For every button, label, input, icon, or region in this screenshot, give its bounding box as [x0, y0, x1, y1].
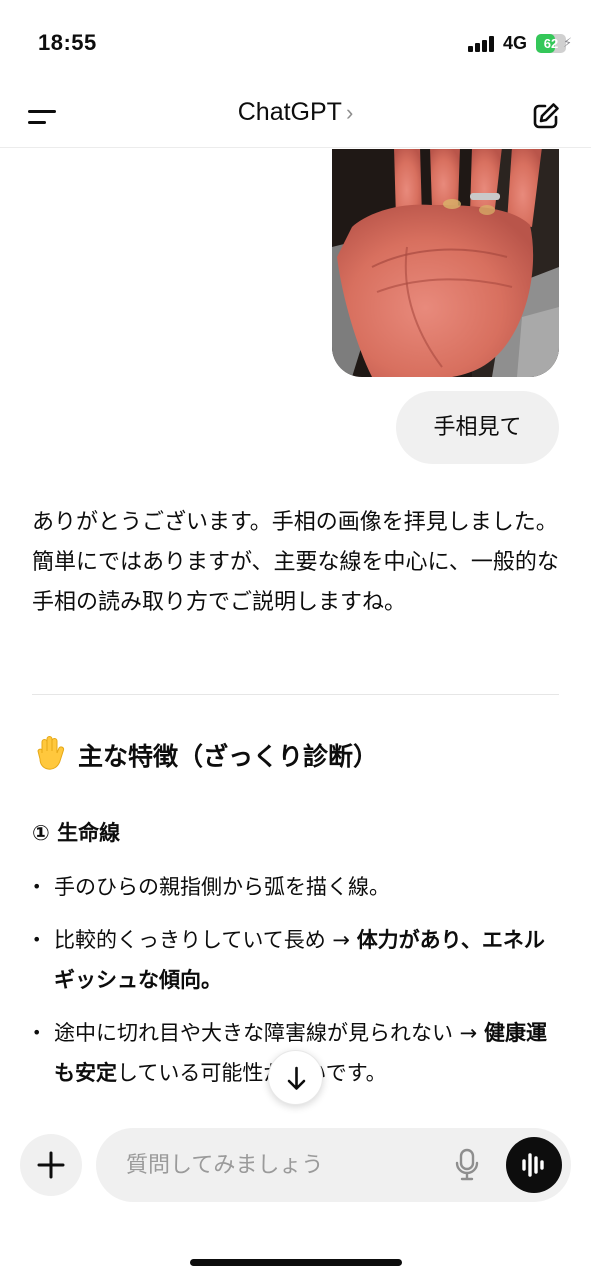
user-uploaded-image[interactable] — [332, 149, 559, 377]
network-type: 4G — [503, 33, 528, 53]
palm-photo — [332, 149, 559, 377]
status-bar: 18:55 4G 62 ⚡ — [0, 0, 591, 88]
voice-waveform-icon — [522, 1153, 544, 1177]
scroll-to-bottom-button[interactable] — [268, 1050, 323, 1105]
battery-level: 62 — [543, 36, 559, 51]
message-input[interactable] — [126, 1148, 436, 1182]
divider — [32, 694, 559, 695]
chevron-right-icon: › — [345, 100, 354, 125]
subsection-title: ① 生命線 — [32, 821, 121, 845]
attach-button[interactable] — [20, 1134, 82, 1196]
bullet-text: 比較的くっきりしていて長め → — [54, 928, 357, 952]
section-heading: 主な特徴（ざっくり診断） — [32, 735, 378, 779]
bullet-text: 手のひらの親指側から弧を描く線。 — [54, 875, 390, 899]
bullet-text: 途中に切れ目や大きな障害線が見られない → — [54, 1021, 484, 1045]
raised-hand-emoji-icon — [37, 736, 65, 770]
battery-icon: 62 — [536, 34, 566, 53]
model-selector[interactable]: ChatGPT › — [0, 98, 591, 127]
list-item: 比較的くっきりしていて長め → 体力があり、エネルギッシュな傾向。 — [32, 920, 562, 1000]
nav-bar: ChatGPT › — [0, 88, 591, 148]
voice-mode-button[interactable] — [506, 1137, 562, 1193]
user-message[interactable]: 手相見て — [396, 391, 559, 464]
charging-bolt-icon: ⚡ — [563, 36, 573, 51]
compose-icon[interactable] — [530, 100, 562, 132]
plus-icon — [37, 1151, 65, 1179]
microphone-icon[interactable] — [454, 1148, 480, 1182]
home-indicator — [190, 1259, 402, 1266]
section-title: 主な特徴（ざっくり診断） — [78, 742, 379, 771]
signal-strength-icon — [468, 36, 496, 52]
app-title: ChatGPT — [237, 98, 342, 126]
status-time: 18:55 — [38, 30, 97, 55]
chat-thread[interactable]: 手相見て ありがとうございます。手相の画像を拝見しました。簡単にではありますが、… — [0, 149, 591, 1109]
bullet-tail-text: している可能性が高いです。 — [117, 1061, 387, 1085]
assistant-message-intro: ありがとうございます。手相の画像を拝見しました。簡単にではありますが、主要な線を… — [32, 510, 559, 615]
composer — [96, 1128, 571, 1202]
arrow-down-icon — [287, 1066, 306, 1090]
list-item: 手のひらの親指側から弧を描く線。 — [32, 867, 562, 907]
